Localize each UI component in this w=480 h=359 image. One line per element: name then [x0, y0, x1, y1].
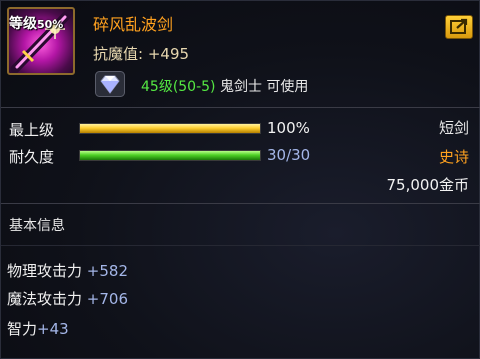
divider-mid	[1, 203, 480, 204]
attr-value: +706	[86, 290, 128, 308]
grade-label-text: 等级	[9, 16, 37, 32]
section-basic-info: 基本信息	[9, 218, 65, 234]
rarity: 史诗	[438, 148, 469, 166]
attr-physical-attack: 物理攻击力 +582	[7, 260, 128, 281]
weapon-type: 短剑	[438, 119, 469, 137]
divider-basic	[1, 245, 480, 246]
share-icon[interactable]	[445, 15, 473, 39]
attr-name: 物理攻击力	[7, 262, 83, 280]
attr-value: +43	[37, 320, 69, 338]
share-arrow-icon	[450, 18, 468, 34]
grade-label: 等级50%	[9, 13, 63, 33]
durability-value: 30/30	[267, 146, 311, 164]
requirement-class: 鬼剑士 可使用	[219, 79, 309, 95]
item-tooltip-panel: 等级50% 碎风乱波剑 抗魔值: +495 45级(50-5) 鬼剑士 可使用 …	[0, 0, 480, 359]
price: 75,000金币	[386, 176, 470, 194]
requirement: 45级(50-5) 鬼剑士 可使用	[141, 76, 308, 96]
main-stat: 抗魔值: +495	[93, 43, 189, 64]
main-stat-value: +495	[147, 45, 190, 63]
grade-value: 100%	[267, 119, 310, 137]
attr-name: 魔法攻击力	[7, 290, 83, 308]
main-stat-label: 抗魔值:	[93, 45, 144, 63]
item-icon-frame[interactable]: 等级50%	[7, 7, 75, 75]
attr-magic-attack: 魔法攻击力 +706	[7, 288, 128, 309]
grade-percent: 50%	[37, 18, 64, 31]
attr-intelligence: 智力+43	[7, 318, 69, 339]
grade-bar	[79, 123, 261, 134]
bar-label-durability: 耐久度	[9, 148, 55, 166]
requirement-level: 45级(50-5)	[141, 79, 216, 95]
attr-name: 智力	[7, 320, 38, 338]
divider-top	[1, 107, 480, 108]
item-name: 碎风乱波剑	[93, 15, 174, 34]
grade-bar-fill	[80, 124, 260, 133]
bar-label-grade: 最上级	[9, 121, 55, 139]
gem-icon	[95, 71, 125, 97]
durability-bar-fill	[80, 151, 260, 160]
durability-bar	[79, 150, 261, 161]
attr-value: +582	[86, 262, 128, 280]
